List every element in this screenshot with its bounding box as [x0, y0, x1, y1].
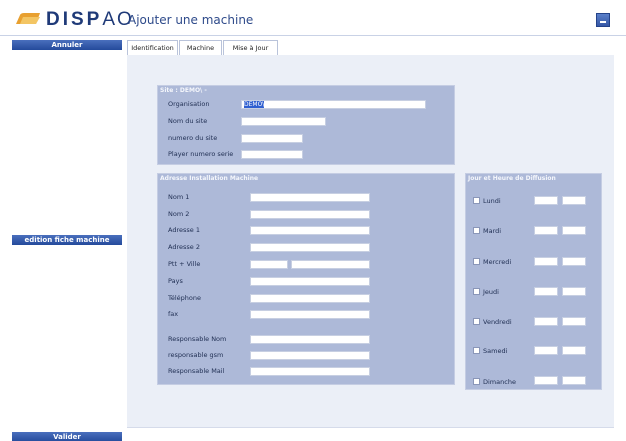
- vendredi-start-field[interactable]: [534, 317, 558, 326]
- vendredi-end-field[interactable]: [562, 317, 586, 326]
- pays-label: Pays: [168, 277, 183, 285]
- vendredi-label: Vendredi: [483, 318, 512, 326]
- city-field[interactable]: [291, 260, 370, 269]
- site-name-label: Nom du site: [168, 117, 208, 125]
- footer-divider: [127, 427, 614, 428]
- player-serial-label: Player numero serie: [168, 150, 234, 158]
- site-number-label: numero du site: [168, 134, 218, 142]
- checkbox-dimanche[interactable]: [473, 378, 480, 385]
- schedule-panel: Jour et Heure de Diffusion Lundi Mardi M…: [465, 173, 602, 390]
- jeudi-label: Jeudi: [483, 288, 499, 296]
- samedi-label: Samedi: [483, 347, 508, 355]
- mardi-label: Mardi: [483, 227, 502, 235]
- checkbox-vendredi[interactable]: [473, 318, 480, 325]
- dimanche-end-field[interactable]: [562, 376, 586, 385]
- responsable-gsm-field[interactable]: [250, 351, 370, 360]
- mardi-end-field[interactable]: [562, 226, 586, 235]
- main-content: Site : DEMO\ - Organisation DEMO\ Nom du…: [127, 55, 614, 427]
- telephone-field[interactable]: [250, 294, 370, 303]
- tab-mise-a-jour[interactable]: Mise à Jour: [223, 40, 278, 55]
- adresse2-field[interactable]: [250, 243, 370, 252]
- edit-machine-button[interactable]: edition fiche machine: [12, 235, 122, 245]
- sidebar: Annuler edition fiche machine Valider: [12, 40, 122, 441]
- site-panel: Site : DEMO\ - Organisation DEMO\ Nom du…: [157, 85, 455, 165]
- nom1-label: Nom 1: [168, 193, 190, 201]
- samedi-end-field[interactable]: [562, 346, 586, 355]
- player-serial-field[interactable]: [241, 150, 303, 159]
- mercredi-label: Mercredi: [483, 258, 512, 266]
- fax-field[interactable]: [250, 310, 370, 319]
- schedule-panel-title: Jour et Heure de Diffusion: [468, 175, 556, 182]
- responsable-gsm-label: responsable gsm: [168, 351, 224, 359]
- organisation-label: Organisation: [168, 100, 210, 108]
- address-panel: Adresse Installation Machine Nom 1 Nom 2…: [157, 173, 455, 385]
- adresse2-label: Adresse 2: [168, 243, 200, 251]
- organisation-value: DEMO\: [244, 101, 265, 108]
- jeudi-end-field[interactable]: [562, 287, 586, 296]
- samedi-start-field[interactable]: [534, 346, 558, 355]
- dimanche-start-field[interactable]: [534, 376, 558, 385]
- page-title: Ajouter une machine: [128, 13, 254, 27]
- telephone-label: Téléphone: [168, 294, 202, 302]
- checkbox-jeudi[interactable]: [473, 288, 480, 295]
- responsable-nom-field[interactable]: [250, 335, 370, 344]
- nom2-label: Nom 2: [168, 210, 190, 218]
- mercredi-end-field[interactable]: [562, 257, 586, 266]
- site-number-field[interactable]: [241, 134, 303, 143]
- lundi-start-field[interactable]: [534, 196, 558, 205]
- site-name-field[interactable]: [241, 117, 326, 126]
- mercredi-start-field[interactable]: [534, 257, 558, 266]
- site-panel-title: Site : DEMO\ -: [160, 87, 207, 94]
- minimize-button[interactable]: [596, 13, 610, 27]
- tab-identification[interactable]: Identification: [127, 40, 178, 55]
- organisation-field[interactable]: DEMO\: [241, 100, 426, 109]
- responsable-nom-label: Responsable Nom: [168, 335, 227, 343]
- lundi-end-field[interactable]: [562, 196, 586, 205]
- header-divider: [0, 35, 626, 36]
- checkbox-samedi[interactable]: [473, 347, 480, 354]
- checkbox-mercredi[interactable]: [473, 258, 480, 265]
- nom1-field[interactable]: [250, 193, 370, 202]
- header: DISPAO Ajouter une machine: [0, 0, 626, 36]
- checkbox-mardi[interactable]: [473, 227, 480, 234]
- cancel-button[interactable]: Annuler: [12, 40, 122, 50]
- nom2-field[interactable]: [250, 210, 370, 219]
- checkbox-lundi[interactable]: [473, 197, 480, 204]
- ptt-ville-label: Ptt + Ville: [168, 260, 201, 268]
- lundi-label: Lundi: [483, 197, 501, 205]
- logo-text: DISPAO: [46, 9, 134, 31]
- address-panel-title: Adresse Installation Machine: [160, 175, 259, 182]
- pays-field[interactable]: [250, 277, 370, 286]
- jeudi-start-field[interactable]: [534, 287, 558, 296]
- mardi-start-field[interactable]: [534, 226, 558, 235]
- tab-machine[interactable]: Machine: [179, 40, 222, 55]
- responsable-mail-label: Responsable Mail: [168, 367, 225, 375]
- adresse1-field[interactable]: [250, 226, 370, 235]
- dimanche-label: Dimanche: [483, 378, 516, 386]
- validate-button[interactable]: Valider: [12, 432, 122, 441]
- logo-text-bold: DISP: [46, 9, 103, 30]
- responsable-mail-field[interactable]: [250, 367, 370, 376]
- logo-icon: [16, 13, 40, 24]
- fax-label: fax: [168, 310, 179, 318]
- adresse1-label: Adresse 1: [168, 226, 200, 234]
- postal-code-field[interactable]: [250, 260, 288, 269]
